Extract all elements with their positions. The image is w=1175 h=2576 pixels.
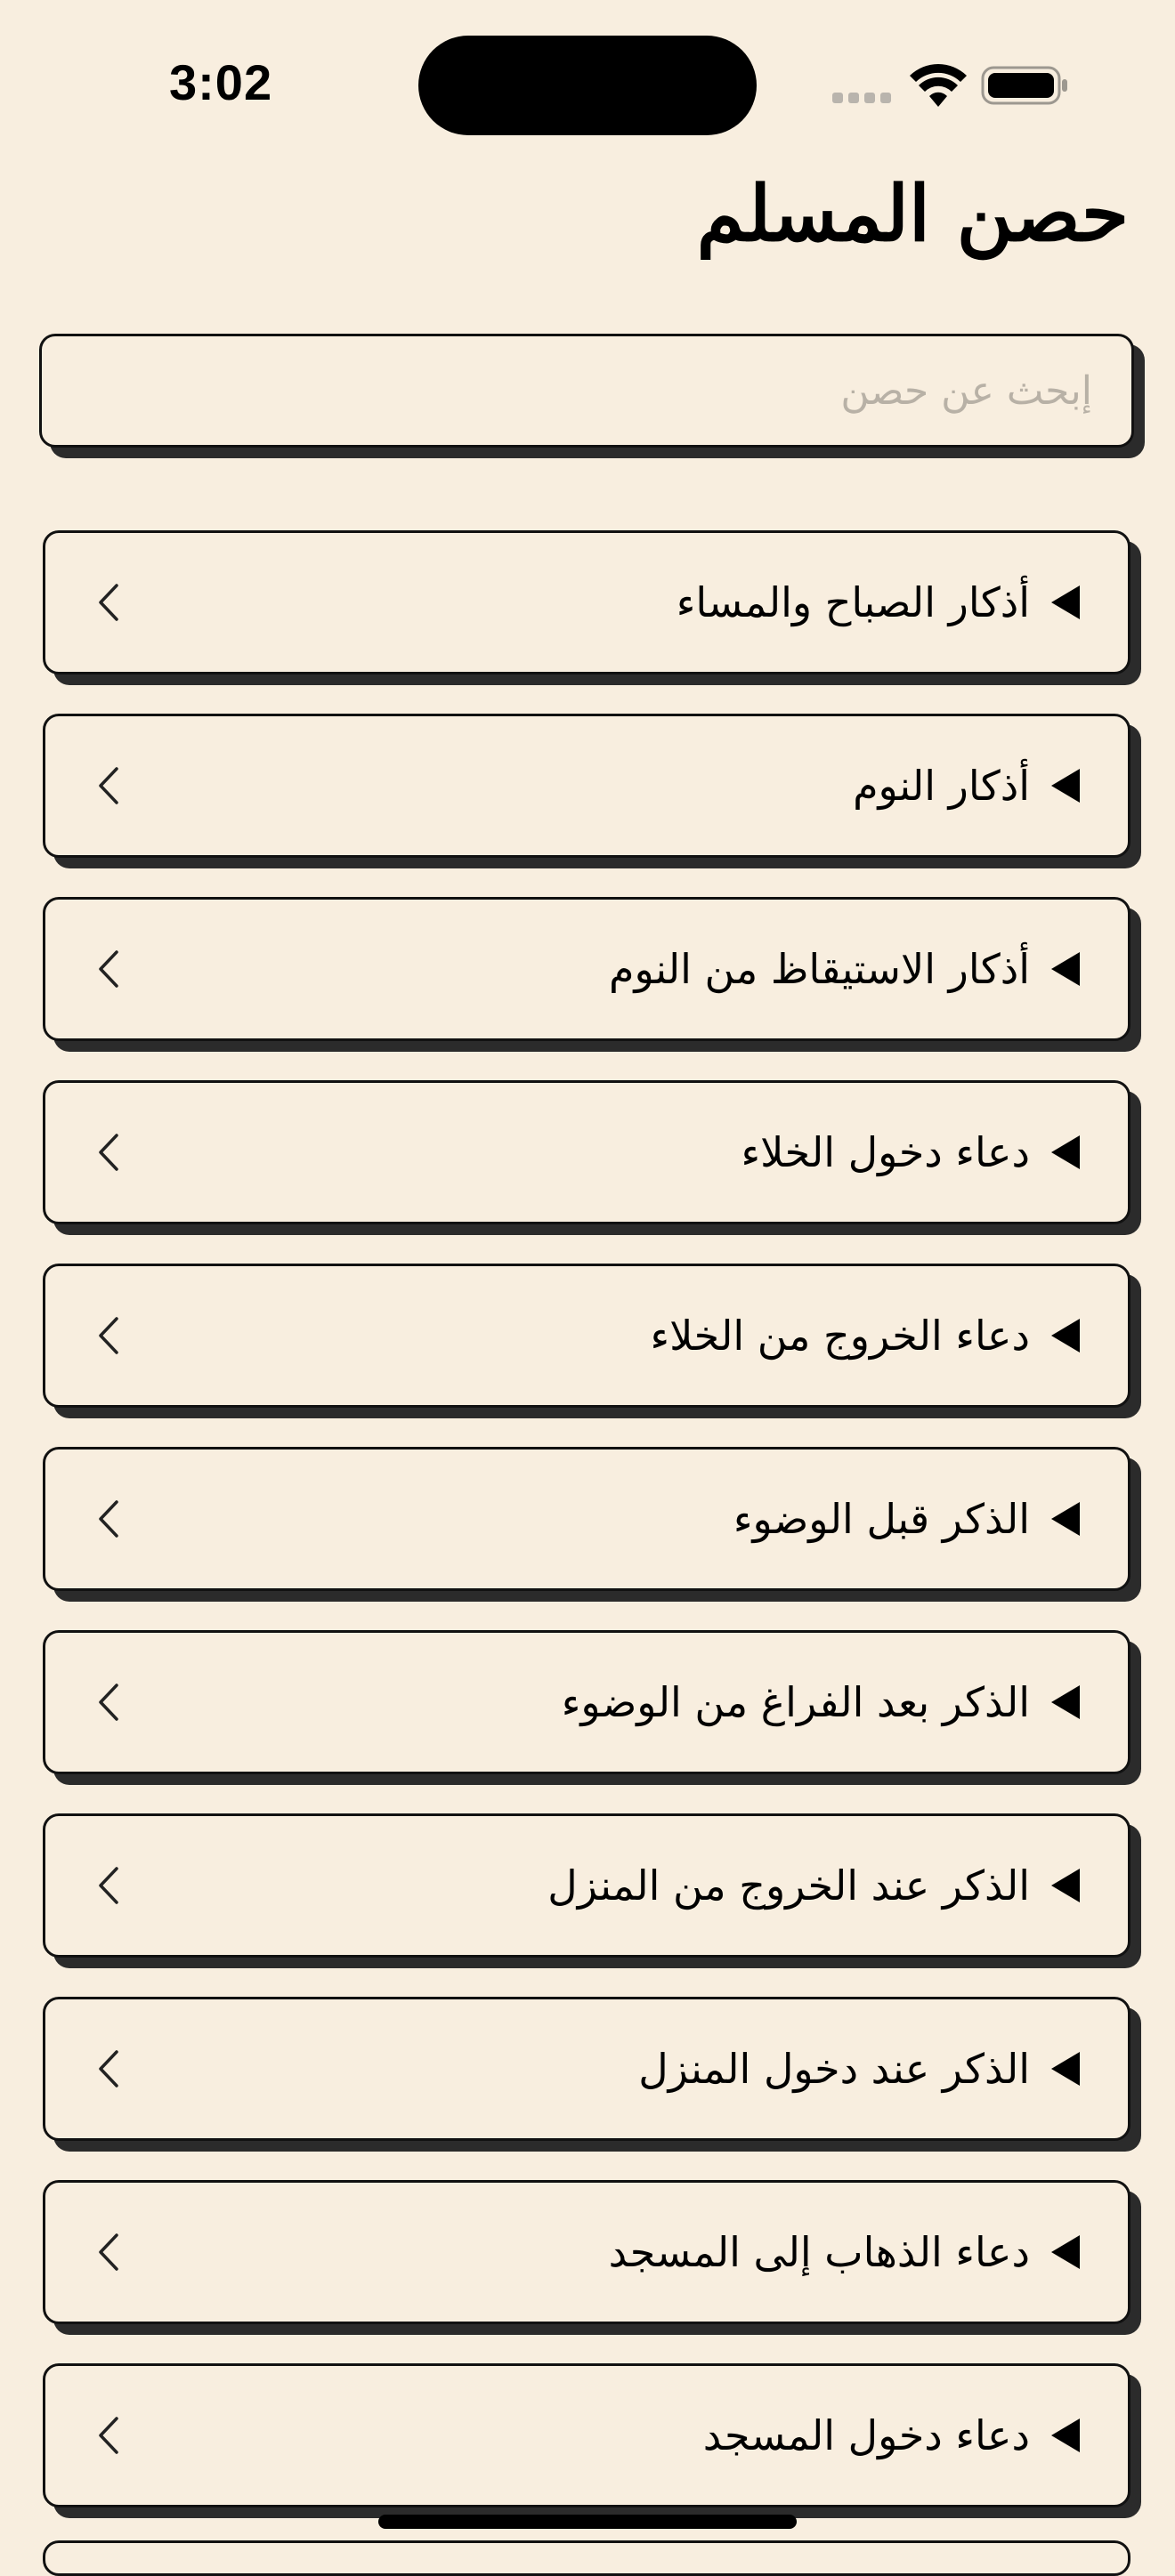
list-item-button[interactable]: دعاء الذهاب إلى المسجد xyxy=(43,2180,1130,2324)
disclosure-triangle-icon xyxy=(1051,2235,1080,2269)
adhkar-list: أذكار الصباح والمساء أذكار النوم أذكار ا… xyxy=(43,530,1141,2547)
chevron-left-icon xyxy=(99,767,118,804)
disclosure-triangle-icon xyxy=(1051,1685,1080,1719)
list-item-button[interactable]: أذكار الاستيقاظ من النوم xyxy=(43,897,1130,1041)
list-item-button[interactable]: الذكر عند الخروج من المنزل xyxy=(43,1813,1130,1958)
chevron-left-icon xyxy=(99,1500,118,1538)
wifi-icon xyxy=(910,64,967,107)
disclosure-triangle-icon xyxy=(1051,1502,1080,1536)
chevron-left-icon xyxy=(99,1867,118,1904)
list-item: أذكار الاستيقاظ من النوم xyxy=(43,897,1141,1052)
chevron-left-icon xyxy=(99,1134,118,1171)
list-item: دعاء الخروج من الخلاء xyxy=(43,1264,1141,1418)
signal-icon xyxy=(832,93,891,103)
list-item-label: الذكر بعد الفراغ من الوضوء xyxy=(561,1678,1030,1726)
disclosure-triangle-icon xyxy=(1051,2052,1080,2086)
list-item-button[interactable]: أذكار النوم xyxy=(43,714,1130,858)
list-item-label: الذكر عند الخروج من المنزل xyxy=(547,1861,1030,1910)
disclosure-triangle-icon xyxy=(1051,1319,1080,1353)
chevron-left-icon xyxy=(99,2417,118,2454)
list-item: الذكر بعد الفراغ من الوضوء xyxy=(43,1630,1141,1785)
list-item: دعاء الذهاب إلى المسجد xyxy=(43,2180,1141,2335)
list-item: أذكار الصباح والمساء xyxy=(43,530,1141,685)
list-item-label: أذكار النوم xyxy=(853,762,1030,810)
list-item-label: أذكار الاستيقاظ من النوم xyxy=(609,945,1030,993)
list-item-button[interactable]: دعاء دخول المسجد xyxy=(43,2363,1130,2507)
list-item-button[interactable]: دعاء دخول الخلاء xyxy=(43,1080,1130,1224)
status-time: 3:02 xyxy=(169,54,273,110)
disclosure-triangle-icon xyxy=(1051,2419,1080,2452)
list-item-label: دعاء الخروج من الخلاء xyxy=(650,1312,1030,1360)
list-item: الذكر عند دخول المنزل xyxy=(43,1997,1141,2152)
chevron-left-icon xyxy=(99,1317,118,1354)
disclosure-triangle-icon xyxy=(1051,952,1080,986)
chevron-left-icon xyxy=(99,2233,118,2271)
list-item: دعاء دخول الخلاء xyxy=(43,1080,1141,1235)
list-item-button[interactable]: دعاء الخروج من الخلاء xyxy=(43,1264,1130,1408)
list-item-label: أذكار الصباح والمساء xyxy=(676,578,1030,626)
chevron-left-icon xyxy=(99,1684,118,1721)
disclosure-triangle-icon xyxy=(1051,1869,1080,1902)
list-item-label: دعاء دخول الخلاء xyxy=(741,1128,1031,1176)
disclosure-triangle-icon xyxy=(1051,585,1080,619)
list-item-button[interactable]: الذكر قبل الوضوء xyxy=(43,1447,1130,1591)
search-input[interactable] xyxy=(39,334,1134,448)
list-item-label: الذكر قبل الوضوء xyxy=(733,1495,1030,1543)
disclosure-triangle-icon xyxy=(1051,1135,1080,1169)
page-title: حصن المسلم xyxy=(696,169,1129,259)
list-item: أذكار النوم xyxy=(43,714,1141,868)
list-item-button[interactable]: أذكار الصباح والمساء xyxy=(43,530,1130,674)
list-item-button[interactable]: الذكر عند دخول المنزل xyxy=(43,1997,1130,2141)
home-indicator[interactable] xyxy=(378,2515,797,2529)
list-item-label: دعاء الذهاب إلى المسجد xyxy=(608,2228,1030,2276)
list-item-label: دعاء دخول المسجد xyxy=(702,2411,1030,2459)
list-item-partial[interactable] xyxy=(43,2540,1130,2576)
list-item: الذكر عند الخروج من المنزل xyxy=(43,1813,1141,1968)
chevron-left-icon xyxy=(99,950,118,988)
battery-icon xyxy=(981,66,1067,105)
list-item-button[interactable]: الذكر بعد الفراغ من الوضوء xyxy=(43,1630,1130,1774)
dynamic-island xyxy=(418,36,757,135)
list-item: دعاء دخول المسجد xyxy=(43,2363,1141,2518)
disclosure-triangle-icon xyxy=(1051,769,1080,803)
chevron-left-icon xyxy=(99,2050,118,2087)
list-item-label: الذكر عند دخول المنزل xyxy=(638,2045,1030,2093)
search-container xyxy=(39,334,1145,458)
status-bar: 3:02 xyxy=(0,0,1175,169)
list-item: الذكر قبل الوضوء xyxy=(43,1447,1141,1602)
chevron-left-icon xyxy=(99,584,118,621)
